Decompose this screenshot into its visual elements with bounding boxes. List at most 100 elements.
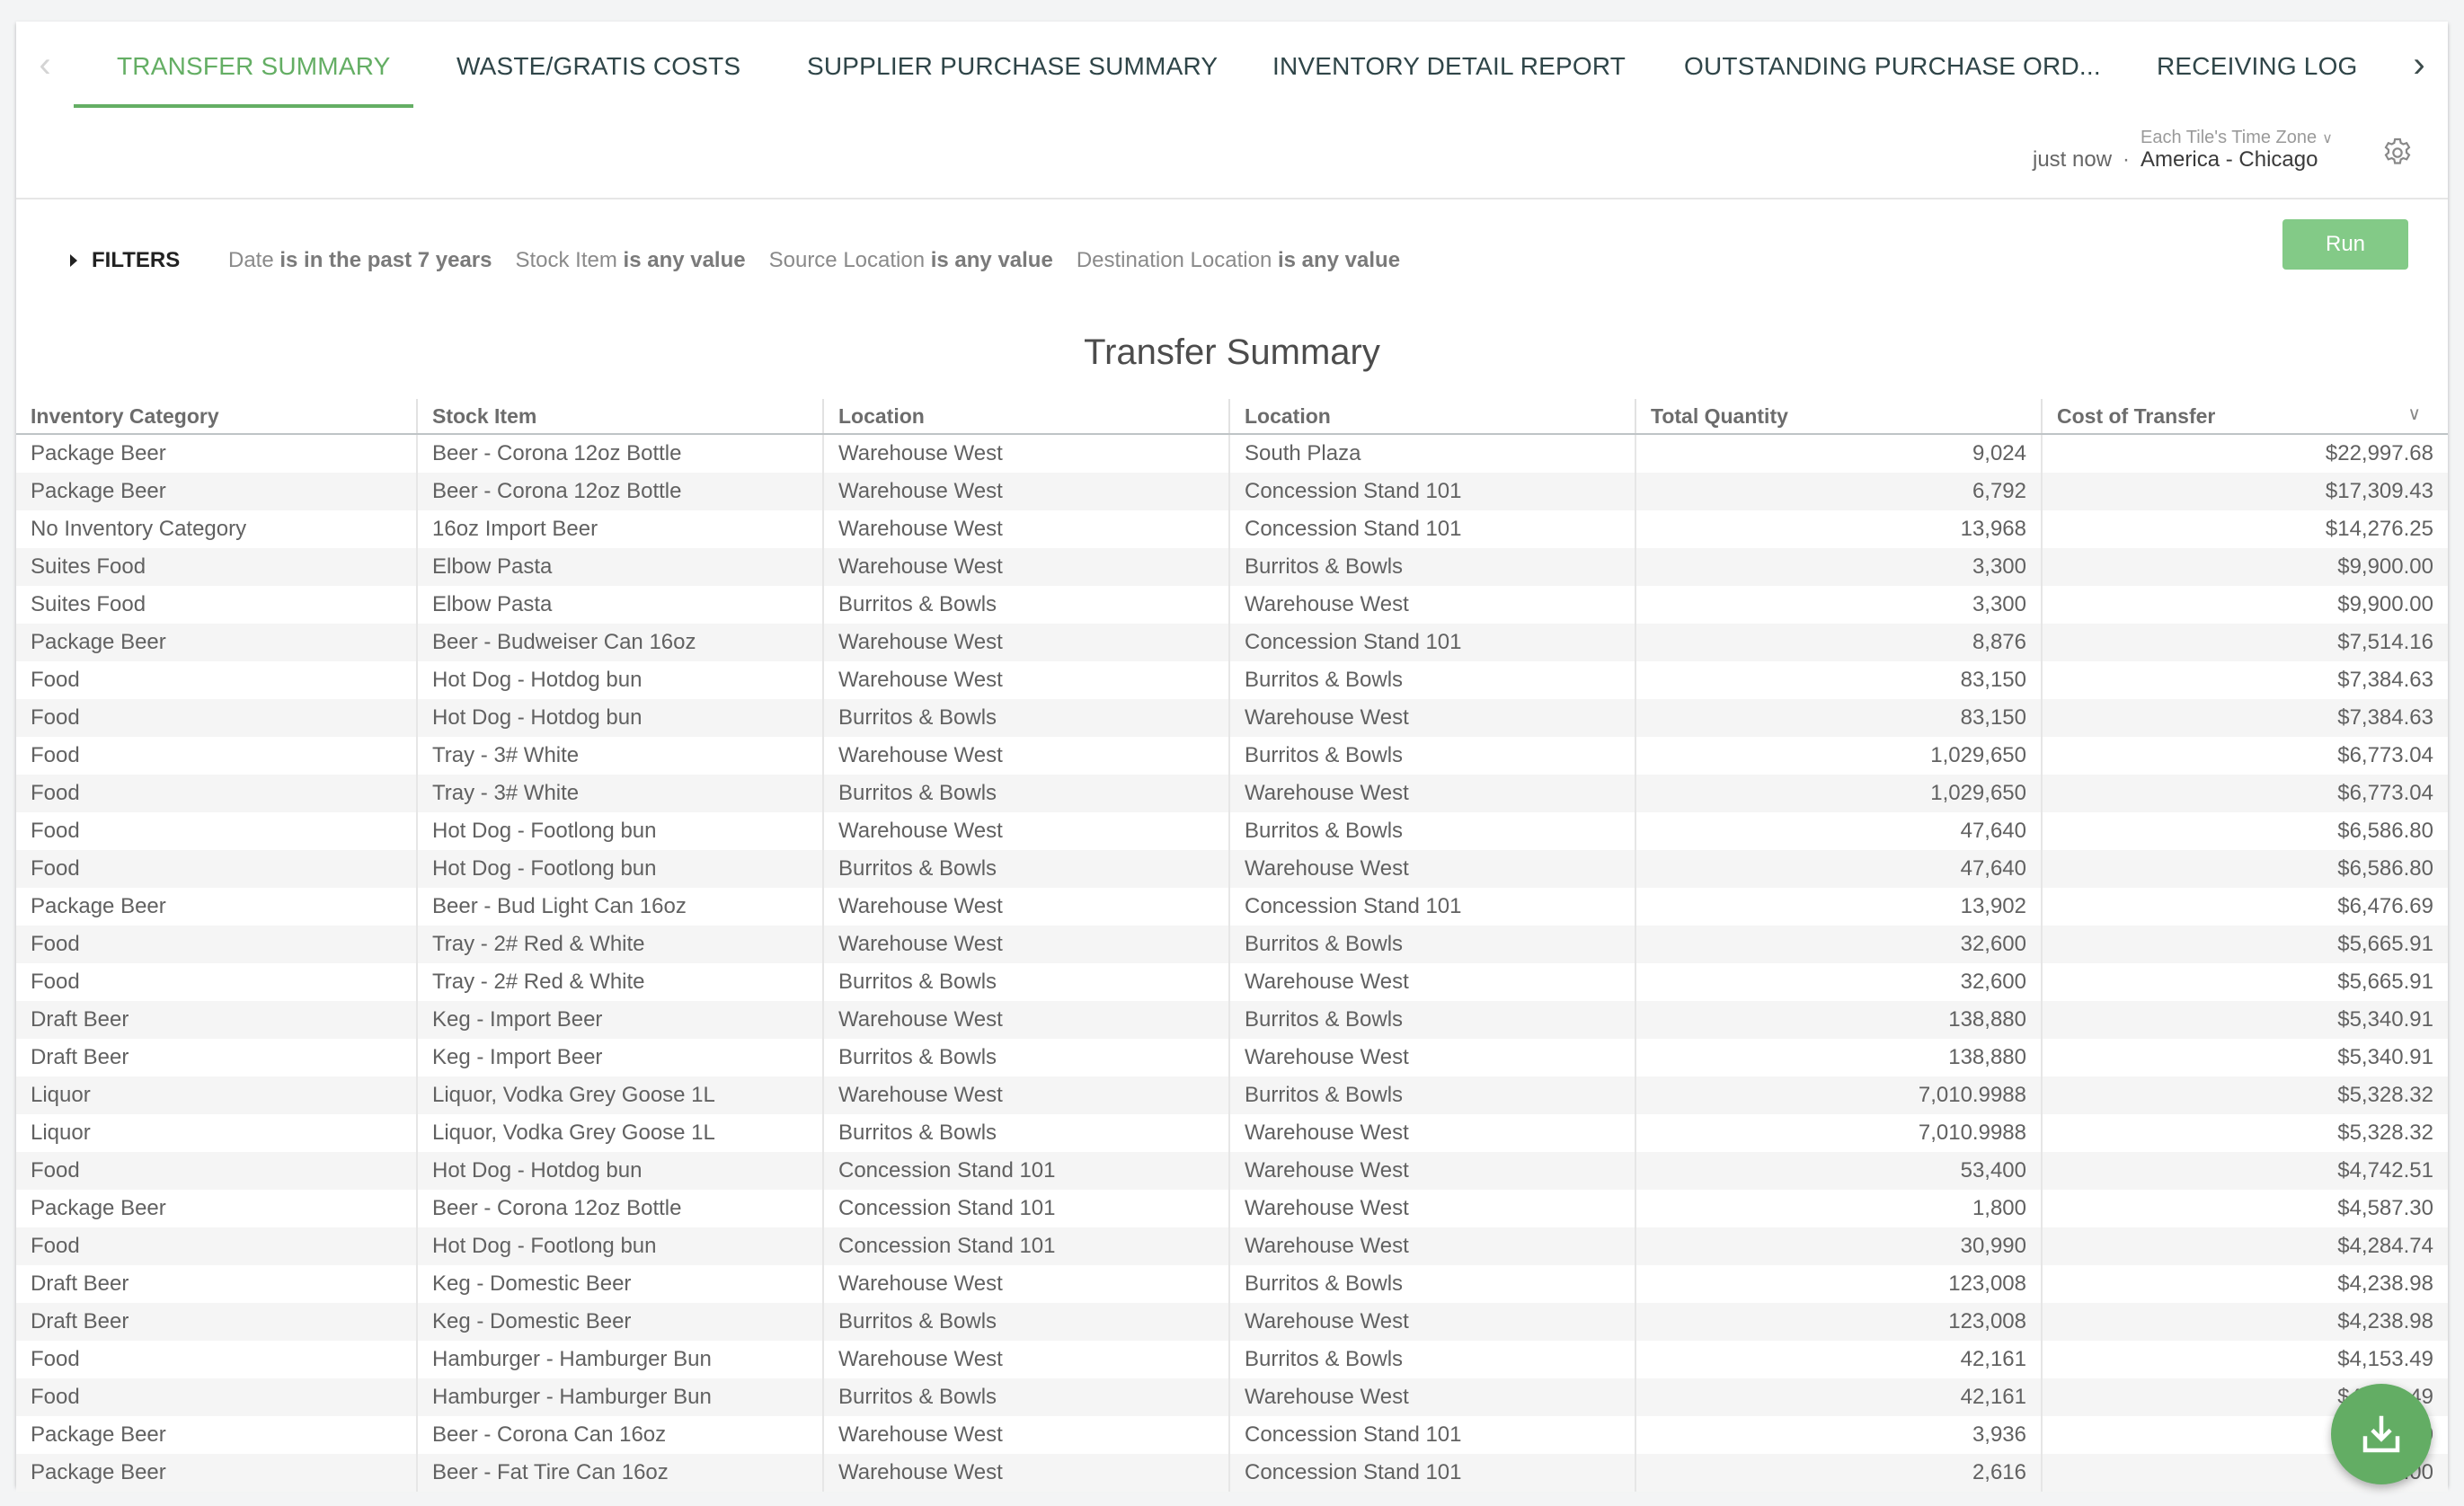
cell-total-quantity: 47,640 (1635, 812, 2042, 850)
column-header-cost-of-transfer[interactable]: Cost of Transfer ∨ (2041, 399, 2448, 435)
cell-stock-item: 16oz Import Beer (416, 510, 823, 548)
table-row[interactable]: Draft Beer Keg - Domestic Beer Burritos & … (16, 1303, 2448, 1341)
cell-inventory-category: Food (16, 963, 417, 1001)
table-row[interactable]: Food Hot Dog - Footlong bun Warehouse West… (16, 812, 2448, 850)
cell-stock-item: Beer - Corona 12oz Bottle (416, 473, 823, 510)
table-row[interactable]: Draft Beer Keg - Import Beer Burritos & Bo… (16, 1039, 2448, 1076)
table-row[interactable]: Package Beer Beer - Bud Light Can 16oz War… (16, 888, 2448, 926)
table-row[interactable]: Package Beer Beer - Fat Tire Can 16oz Ware… (16, 1454, 2448, 1492)
cell-stock-item: Tray - 3# White (416, 775, 823, 812)
cell-source-location: Warehouse West (822, 1341, 1229, 1378)
cell-inventory-category: Package Beer (16, 434, 417, 473)
cell-destination-location: Warehouse West (1228, 1114, 1635, 1152)
column-header-source-location[interactable]: Location (822, 399, 1229, 435)
table-row[interactable]: Food Tray - 3# White Burritos & Bowls Wareh… (16, 775, 2448, 812)
filter-date[interactable]: Date is in the past 7 years (228, 248, 492, 273)
table-row[interactable]: Food Hot Dog - Footlong bun Concession Sta… (16, 1227, 2448, 1265)
cell-cost-of-transfer: $17,309.43 (2041, 473, 2448, 510)
cell-stock-item: Hot Dog - Hotdog bun (416, 661, 823, 699)
table-row[interactable]: Package Beer Beer - Corona 12oz Bottle War… (16, 473, 2448, 510)
cell-destination-location: Concession Stand 101 (1228, 510, 1635, 548)
filters-toggle[interactable]: FILTERS (70, 248, 180, 273)
tab-receiving-log[interactable]: RECEIVING LOG (2157, 49, 2358, 84)
cell-destination-location: Warehouse West (1228, 1378, 1635, 1416)
timezone-selector[interactable]: Each Tile's Time Zone ∨ (2140, 128, 2333, 148)
table-row[interactable]: Liquor Liquor, Vodka Grey Goose 1L Burrito… (16, 1114, 2448, 1152)
header-divider (16, 198, 2448, 199)
column-header-stock-item[interactable]: Stock Item (416, 399, 823, 435)
table-row[interactable]: Package Beer Beer - Budweiser Can 16oz War… (16, 624, 2448, 661)
chevron-right-icon[interactable]: › (2401, 45, 2437, 84)
cell-cost-of-transfer: $14,276.25 (2041, 510, 2448, 548)
cell-destination-location: Warehouse West (1228, 1227, 1635, 1265)
table-row[interactable]: Suites Food Elbow Pasta Warehouse West Burr… (16, 548, 2448, 586)
cell-destination-location: Concession Stand 101 (1228, 1454, 1635, 1492)
gear-icon[interactable] (2380, 135, 2415, 171)
table-row[interactable]: Food Hot Dog - Hotdog bun Concession Stand… (16, 1152, 2448, 1190)
tab-waste-gratis-costs[interactable]: WASTE/GRATIS COSTS (456, 49, 740, 84)
chevron-left-icon[interactable]: ‹ (27, 45, 63, 84)
cell-total-quantity: 1,029,650 (1635, 737, 2042, 775)
cell-destination-location: Burritos & Bowls (1228, 1076, 1635, 1114)
table-row[interactable]: Food Hot Dog - Footlong bun Burritos & Bow… (16, 850, 2448, 888)
download-button[interactable] (2331, 1384, 2432, 1484)
table-row[interactable]: Draft Beer Keg - Domestic Beer Warehouse W… (16, 1265, 2448, 1303)
cell-total-quantity: 32,600 (1635, 963, 2042, 1001)
tab-supplier-purchase-summary[interactable]: SUPPLIER PURCHASE SUMMARY (807, 49, 1218, 84)
cell-inventory-category: Package Beer (16, 624, 417, 661)
cell-stock-item: Tray - 3# White (416, 737, 823, 775)
cell-source-location: Warehouse West (822, 661, 1229, 699)
cell-destination-location: Burritos & Bowls (1228, 737, 1635, 775)
transfer-summary-table: Inventory Category Stock Item Location L… (16, 399, 2448, 1492)
cell-stock-item: Tray - 2# Red & White (416, 963, 823, 1001)
cell-stock-item: Hot Dog - Footlong bun (416, 812, 823, 850)
table-row[interactable]: Package Beer Beer - Corona Can 16oz Wareho… (16, 1416, 2448, 1454)
cell-source-location: Warehouse West (822, 812, 1229, 850)
column-header-total-quantity[interactable]: Total Quantity (1635, 399, 2042, 435)
cell-source-location: Burritos & Bowls (822, 1114, 1229, 1152)
table-row[interactable]: Food Tray - 2# Red & White Warehouse West B… (16, 926, 2448, 963)
tab-inventory-detail-report[interactable]: INVENTORY DETAIL REPORT (1272, 49, 1626, 84)
table-row[interactable]: Food Hot Dog - Hotdog bun Burritos & Bowls… (16, 699, 2448, 737)
cell-total-quantity: 3,300 (1635, 586, 2042, 624)
active-tab-indicator (74, 104, 413, 108)
table-row[interactable]: No Inventory Category 16oz Import Beer War… (16, 510, 2448, 548)
cell-inventory-category: No Inventory Category (16, 510, 417, 548)
table-row[interactable]: Suites Food Elbow Pasta Burritos & Bowls Wa… (16, 586, 2448, 624)
cell-total-quantity: 42,161 (1635, 1378, 2042, 1416)
table-row[interactable]: Package Beer Beer - Corona 12oz Bottle War… (16, 434, 2448, 473)
table-row[interactable]: Package Beer Beer - Corona 12oz Bottle Con… (16, 1190, 2448, 1227)
cell-cost-of-transfer: $6,773.04 (2041, 737, 2448, 775)
table-row[interactable]: Food Hamburger - Hamburger Bun Burritos & … (16, 1378, 2448, 1416)
cell-total-quantity: 1,800 (1635, 1190, 2042, 1227)
cell-stock-item: Keg - Import Beer (416, 1001, 823, 1039)
chevron-down-icon[interactable]: ∨ (2407, 403, 2421, 425)
cell-source-location: Warehouse West (822, 624, 1229, 661)
filter-stock-item[interactable]: Stock Item is any value (515, 248, 745, 273)
cell-total-quantity: 30,990 (1635, 1227, 2042, 1265)
tab-transfer-summary[interactable]: TRANSFER SUMMARY (117, 49, 391, 84)
timezone-value[interactable]: America - Chicago (2140, 147, 2318, 172)
cell-source-location: Warehouse West (822, 1001, 1229, 1039)
column-header-inventory-category[interactable]: Inventory Category (16, 399, 417, 435)
filter-destination-location[interactable]: Destination Location is any value (1077, 248, 1400, 273)
filter-field: Date (228, 248, 274, 272)
table-row[interactable]: Food Tray - 3# White Warehouse West Burrito… (16, 737, 2448, 775)
table-row[interactable]: Draft Beer Keg - Import Beer Warehouse Wes… (16, 1001, 2448, 1039)
table-header-row: Inventory Category Stock Item Location L… (16, 399, 2448, 435)
cell-total-quantity: 13,902 (1635, 888, 2042, 926)
run-button[interactable]: Run (2282, 219, 2408, 270)
cell-destination-location: Concession Stand 101 (1228, 888, 1635, 926)
cell-source-location: Burritos & Bowls (822, 1039, 1229, 1076)
table-row[interactable]: Food Tray - 2# Red & White Burritos & Bowl… (16, 963, 2448, 1001)
cell-total-quantity: 32,600 (1635, 926, 2042, 963)
table-row[interactable]: Liquor Liquor, Vodka Grey Goose 1L Warehou… (16, 1076, 2448, 1114)
cell-destination-location: Burritos & Bowls (1228, 548, 1635, 586)
table-row[interactable]: Food Hamburger - Hamburger Bun Warehouse W… (16, 1341, 2448, 1378)
column-header-destination-location[interactable]: Location (1228, 399, 1635, 435)
tab-outstanding-purchase-orders[interactable]: OUTSTANDING PURCHASE ORD... (1684, 49, 2101, 84)
cell-cost-of-transfer: $9,900.00 (2041, 586, 2448, 624)
filter-source-location[interactable]: Source Location is any value (769, 248, 1053, 273)
cell-total-quantity: 8,876 (1635, 624, 2042, 661)
table-row[interactable]: Food Hot Dog - Hotdog bun Warehouse West Bu… (16, 661, 2448, 699)
